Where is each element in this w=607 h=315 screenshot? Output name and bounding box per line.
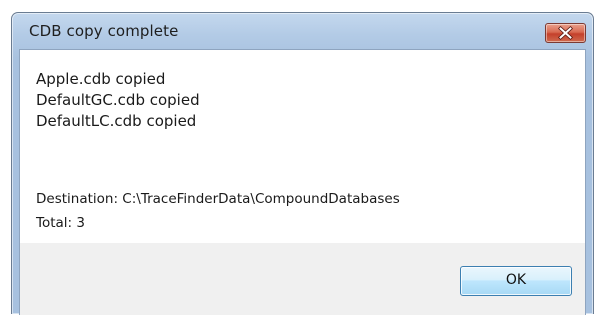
message-panel: Apple.cdb copied DefaultGC.cdb copied De… — [20, 50, 585, 243]
close-button[interactable] — [545, 23, 586, 43]
list-item: DefaultGC.cdb copied — [36, 91, 200, 109]
destination-text: Destination: C:\TraceFinderData\Compound… — [36, 191, 400, 207]
list-item: DefaultLC.cdb copied — [36, 112, 197, 130]
total-text: Total: 3 — [36, 215, 85, 231]
close-icon — [558, 25, 573, 41]
copied-files-list: Apple.cdb copied DefaultGC.cdb copied De… — [36, 69, 200, 132]
list-item: Apple.cdb copied — [36, 70, 166, 88]
dialog-client-area: Apple.cdb copied DefaultGC.cdb copied De… — [19, 49, 586, 315]
ok-button[interactable]: OK — [460, 266, 572, 296]
dialog-window: CDB copy complete Apple.cdb copied Defau… — [11, 12, 594, 315]
title-bar[interactable]: CDB copy complete — [12, 13, 593, 49]
dialog-title: CDB copy complete — [29, 22, 179, 40]
